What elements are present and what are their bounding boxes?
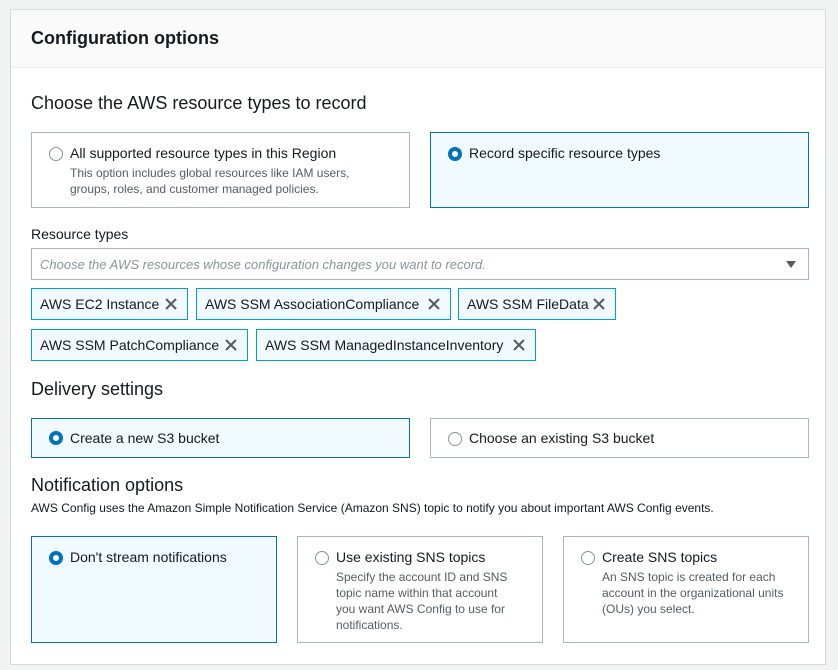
description-line: notifications.: [336, 618, 403, 632]
token-label: AWS SSM ManagedInstanceInventory: [265, 337, 504, 353]
create-sns-description: An SNS topic is created for each account…: [602, 569, 783, 617]
panel-title: Configuration options: [31, 28, 219, 48]
existing-sns-label: Use existing SNS topics: [336, 549, 486, 565]
existing-s3-bucket-option[interactable]: Choose an existing S3 bucket: [430, 418, 809, 458]
description-line: you want AWS Config to use for: [336, 602, 505, 616]
description-line: This option includes global resources li…: [70, 166, 350, 180]
notification-description: AWS Config uses the Amazon Simple Notifi…: [31, 501, 714, 515]
configuration-options-panel: Configuration options Choose the AWS res…: [10, 9, 826, 665]
specific-resources-option[interactable]: Record specific resource types: [430, 132, 809, 208]
description-line: (OUs) you select.: [602, 602, 695, 616]
resource-types-select[interactable]: Choose the AWS resources whose configura…: [31, 248, 809, 280]
token-label: AWS SSM AssociationCompliance: [205, 296, 420, 312]
create-sns-radio[interactable]: [581, 551, 595, 565]
dont-stream-label: Don't stream notifications: [70, 549, 227, 565]
close-icon[interactable]: [427, 297, 441, 311]
description-line: groups, roles, and customer managed poli…: [70, 182, 319, 196]
token-file-data: AWS SSM FileData: [458, 288, 616, 320]
specific-resources-label: Record specific resource types: [469, 145, 661, 161]
existing-sns-description: Specify the account ID and SNS topic nam…: [336, 569, 507, 633]
token-managed-instance-inventory: AWS SSM ManagedInstanceInventory: [256, 329, 536, 361]
new-s3-bucket-option[interactable]: Create a new S3 bucket: [31, 418, 410, 458]
new-s3-bucket-label: Create a new S3 bucket: [70, 430, 220, 446]
all-resources-radio[interactable]: [49, 147, 63, 161]
existing-sns-radio[interactable]: [315, 551, 329, 565]
resource-types-placeholder: Choose the AWS resources whose configura…: [40, 257, 486, 272]
resource-types-heading: Choose the AWS resource types to record: [31, 93, 367, 113]
all-resources-option[interactable]: All supported resource types in this Reg…: [31, 132, 410, 208]
create-sns-label: Create SNS topics: [602, 549, 718, 565]
specific-resources-radio[interactable]: [448, 147, 462, 161]
close-icon[interactable]: [512, 338, 526, 352]
delivery-settings-heading: Delivery settings: [31, 379, 164, 399]
dont-stream-radio[interactable]: [49, 551, 63, 565]
token-label: AWS SSM PatchCompliance: [40, 337, 220, 353]
notification-options-heading: Notification options: [31, 475, 184, 495]
description-line: An SNS topic is created for each: [602, 570, 776, 584]
token-ec2-instance: AWS EC2 Instance: [31, 288, 188, 320]
token-label: AWS EC2 Instance: [40, 296, 160, 312]
token-association-compliance: AWS SSM AssociationCompliance: [196, 288, 451, 320]
description-line: Specify the account ID and SNS: [336, 570, 508, 584]
existing-sns-option[interactable]: Use existing SNS topics Specify the acco…: [297, 536, 543, 643]
close-icon[interactable]: [224, 338, 238, 352]
panel-header: Configuration options: [11, 10, 825, 68]
close-icon[interactable]: [164, 297, 178, 311]
description-line: topic name within that account: [336, 586, 498, 600]
all-resources-label: All supported resource types in this Reg…: [70, 145, 337, 161]
existing-s3-bucket-label: Choose an existing S3 bucket: [469, 430, 655, 446]
close-icon[interactable]: [592, 297, 606, 311]
create-sns-option[interactable]: Create SNS topics An SNS topic is create…: [563, 536, 809, 643]
existing-s3-bucket-radio[interactable]: [448, 432, 462, 446]
all-resources-description: This option includes global resources li…: [70, 165, 349, 197]
caret-down-icon[interactable]: [786, 261, 796, 268]
resource-types-label: Resource types: [31, 226, 129, 242]
token-label: AWS SSM FileData: [467, 296, 589, 312]
token-patch-compliance: AWS SSM PatchCompliance: [31, 329, 248, 361]
dont-stream-option[interactable]: Don't stream notifications: [31, 536, 277, 643]
description-line: account in the organizational units: [602, 586, 784, 600]
new-s3-bucket-radio[interactable]: [49, 431, 63, 445]
